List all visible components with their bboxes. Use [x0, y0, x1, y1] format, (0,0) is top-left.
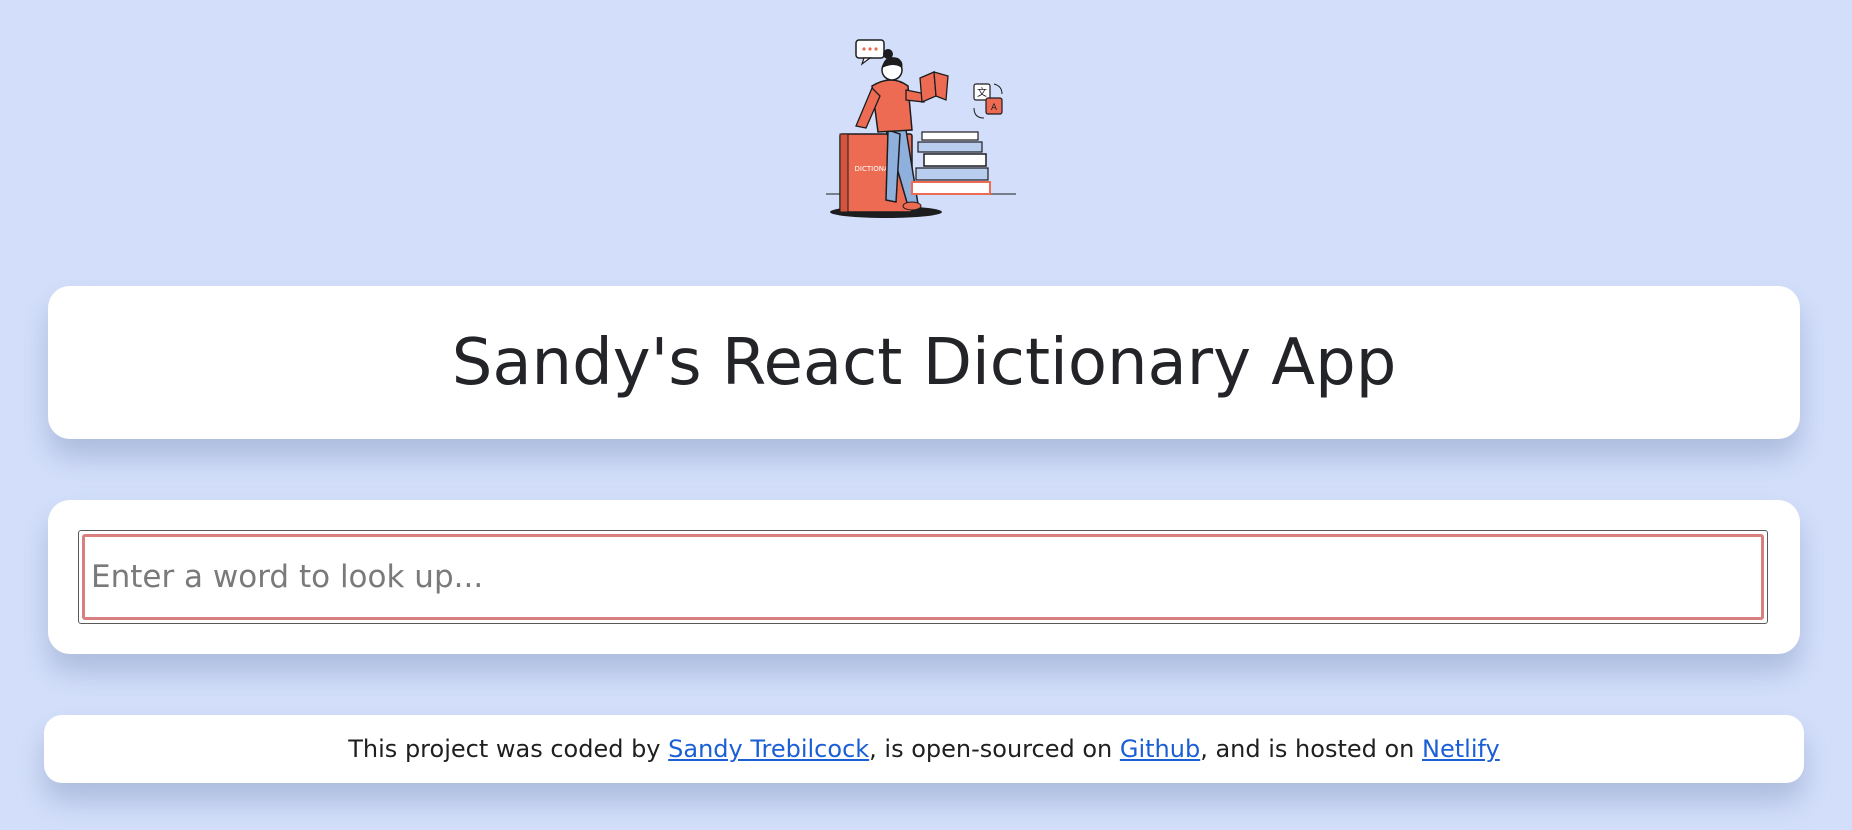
github-link[interactable]: Github	[1120, 735, 1200, 763]
netlify-link[interactable]: Netlify	[1422, 735, 1500, 763]
reading-woman-illustration: DICTIONARY 文 A	[826, 39, 1016, 218]
footer-text-middle: , is open-sourced on	[869, 735, 1113, 763]
search-card	[48, 500, 1800, 654]
page: DICTIONARY 文 A Sandy's React Dictionary …	[0, 0, 1852, 830]
page-title: Sandy's React Dictionary App	[451, 325, 1397, 400]
footer-card: This project was coded by Sandy Trebilco…	[44, 715, 1804, 783]
translate-glyph: 文	[977, 86, 987, 99]
translate-letter: A	[991, 103, 998, 113]
search-input-frame	[78, 530, 1768, 624]
footer-text-end: , and is hosted on	[1200, 735, 1415, 763]
title-card: Sandy's React Dictionary App	[48, 286, 1800, 439]
hero-illustration: DICTIONARY 文 A	[826, 34, 1026, 220]
search-input[interactable]	[82, 534, 1764, 620]
author-link[interactable]: Sandy Trebilcock	[668, 735, 869, 763]
footer-text-start: This project was coded by	[348, 735, 661, 763]
